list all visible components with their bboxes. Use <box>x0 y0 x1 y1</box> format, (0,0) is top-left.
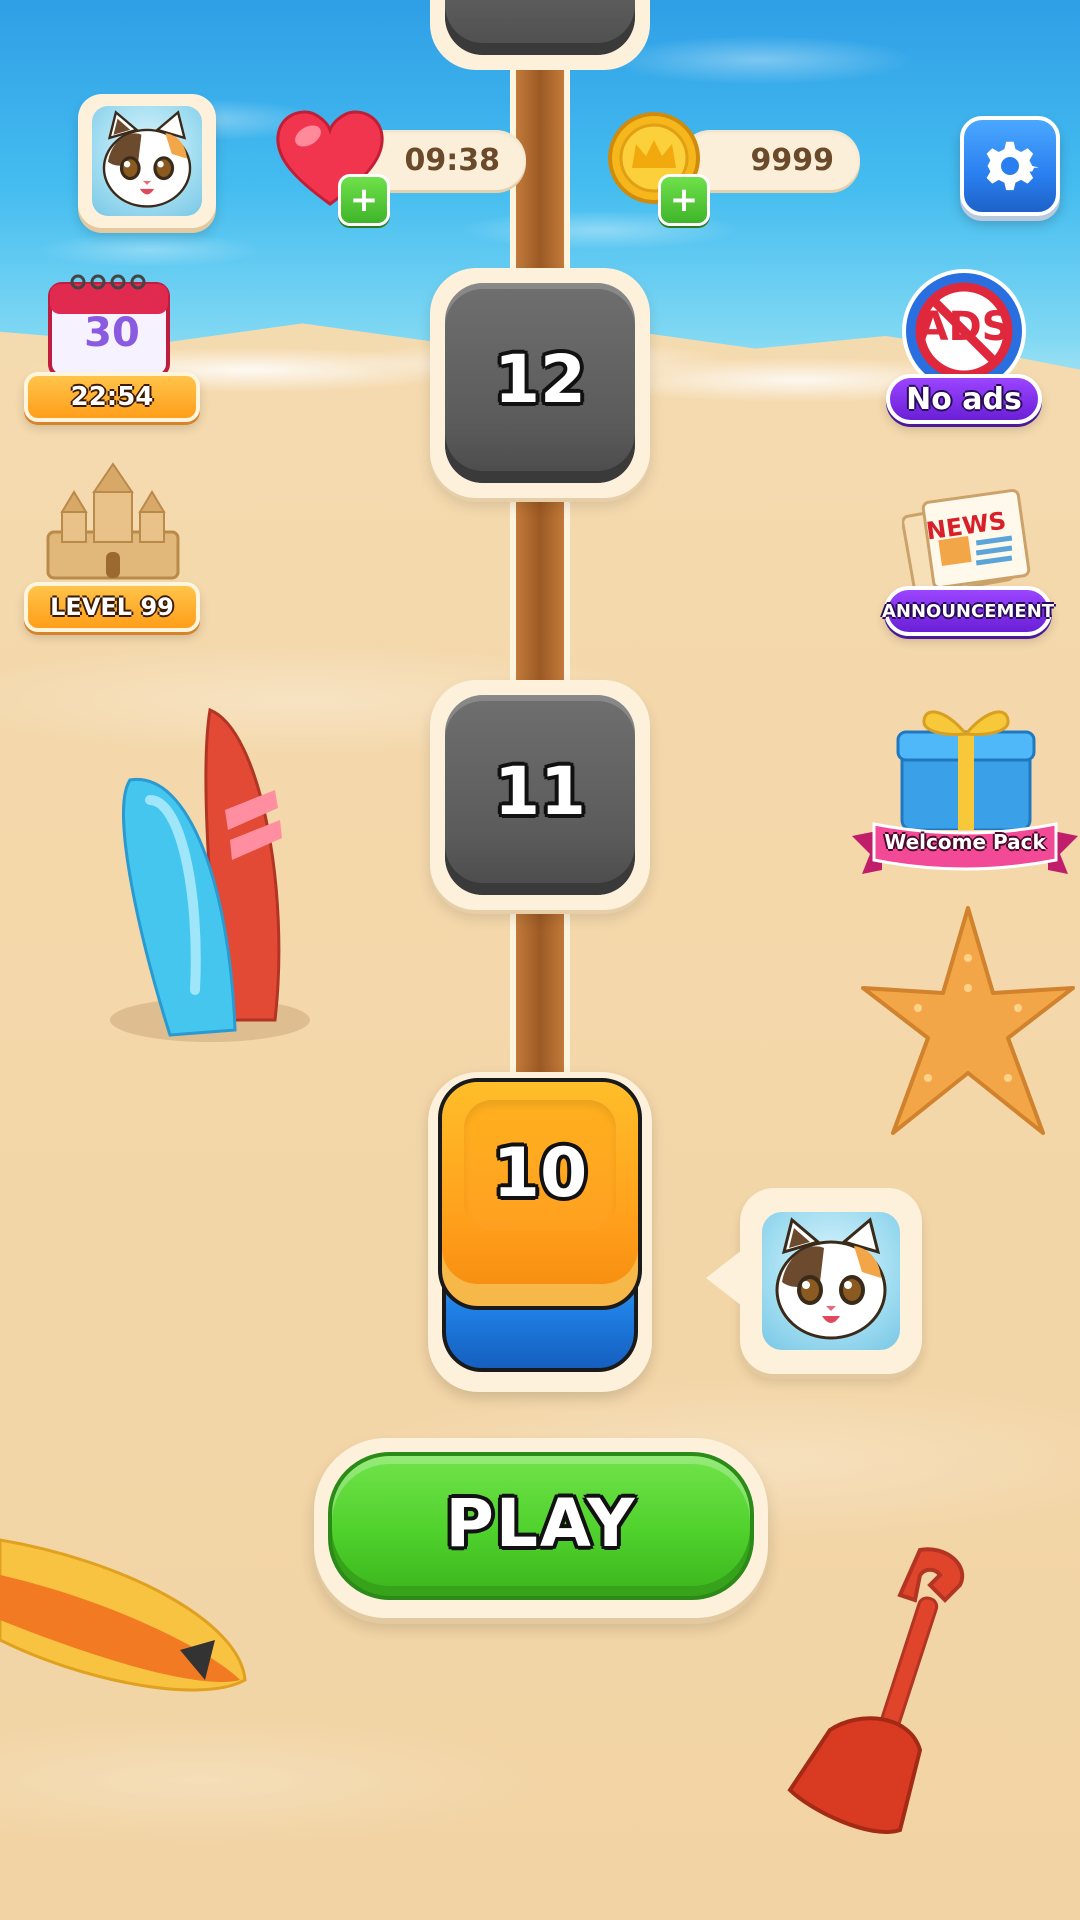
no-ads-label: No ads <box>886 374 1042 424</box>
sandcastle-icon <box>46 462 180 580</box>
current-tile-top: 10 <box>438 1078 642 1310</box>
gift-box-icon <box>896 710 1036 830</box>
current-level-tile[interactable]: 10 <box>428 1072 652 1392</box>
settings-button[interactable] <box>960 116 1060 216</box>
welcome-pack-text: Welcome Pack <box>884 830 1046 854</box>
shovel-decoration <box>787 1547 965 1834</box>
profile-avatar-button[interactable] <box>78 94 216 228</box>
calendar-day: 30 <box>84 310 140 356</box>
newspaper-icon <box>902 489 1031 596</box>
level-tile-partial[interactable] <box>430 0 650 70</box>
level-path-rope <box>510 40 570 1090</box>
cat-avatar-icon <box>92 106 202 216</box>
announcement-button[interactable]: NEWS ANNOUNCEMENT <box>880 486 1056 646</box>
announcement-text: ANNOUNCEMENT <box>881 600 1055 622</box>
play-label: PLAY <box>445 1484 637 1562</box>
surfboard-bottom-decoration <box>0 1538 247 1692</box>
daily-timer: 22:54 <box>70 382 154 412</box>
game-map-screen: 12 11 10 09:38 + 9999 + 30 22:54 LEVEL 9… <box>0 0 1080 1920</box>
level-number: 11 <box>494 752 586 830</box>
daily-calendar-button[interactable]: 30 22:54 <box>22 272 202 432</box>
level-number: 12 <box>494 340 586 418</box>
locked-tile: 12 <box>445 283 635 483</box>
coin-count: 9999 <box>750 142 835 178</box>
surfboards-decoration <box>110 707 310 1042</box>
no-ads-text: No ads <box>906 381 1022 417</box>
cat-avatar-icon <box>762 1212 900 1350</box>
lives-timer: 09:38 <box>404 142 501 178</box>
welcome-pack-button[interactable]: Welcome Pack <box>852 700 1078 890</box>
no-ads-button[interactable]: ADS No ads <box>884 266 1044 436</box>
add-coins-button[interactable]: + <box>658 174 710 226</box>
level-castle-button[interactable]: LEVEL 99 <box>22 462 202 642</box>
announcement-label: ANNOUNCEMENT <box>881 586 1055 636</box>
add-lives-button[interactable]: + <box>338 174 390 226</box>
daily-timer-label: 22:54 <box>24 372 200 422</box>
level-label: LEVEL 99 <box>24 582 200 632</box>
starfish-decoration <box>861 906 1075 1135</box>
level-text: LEVEL 99 <box>50 593 174 621</box>
level-tile-12[interactable]: 12 <box>430 268 650 498</box>
play-button-frame: PLAY <box>314 1438 768 1618</box>
player-marker-bubble <box>706 1188 922 1374</box>
current-level-number: 10 <box>492 1134 588 1213</box>
gear-icon <box>986 141 1038 191</box>
locked-tile: 11 <box>445 695 635 895</box>
level-tile-11[interactable]: 11 <box>430 680 650 910</box>
play-button[interactable]: PLAY <box>328 1452 754 1600</box>
